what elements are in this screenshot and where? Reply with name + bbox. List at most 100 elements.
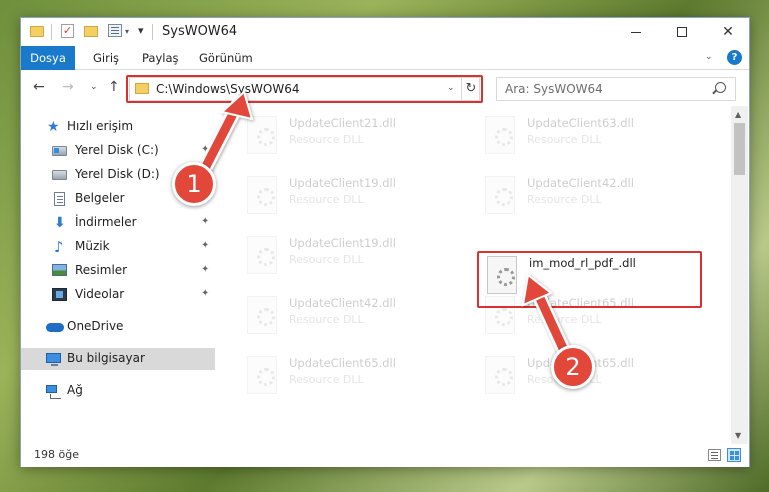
file-highlight-box	[477, 251, 702, 308]
file-item[interactable]: UpdateClient21.dll Resource DLL	[239, 112, 461, 164]
file-item[interactable]: UpdateClient42.dll Resource DLL	[477, 172, 699, 224]
sidebar-item-this-pc[interactable]: Bu bilgisayar	[21, 348, 215, 370]
file-name: UpdateClient65.dll	[289, 356, 396, 370]
file-type: Resource DLL	[289, 373, 364, 386]
address-dropdown-icon[interactable]: ⌄	[447, 83, 455, 93]
documents-icon	[54, 192, 65, 206]
file-type: Resource DLL	[289, 133, 364, 146]
customize-toolbar-dropdown-icon[interactable]: ▾	[125, 27, 129, 43]
scroll-down-icon[interactable]: ▼	[735, 431, 741, 440]
help-button[interactable]: ?	[727, 50, 742, 65]
forward-button[interactable]: →	[62, 79, 74, 95]
file-item[interactable]: UpdateClient65.dll Resource DLL	[239, 352, 461, 404]
file-type: Resource DLL	[289, 313, 364, 326]
recent-locations-icon[interactable]: ⌄	[90, 82, 98, 92]
sidebar-item-local-disk-c[interactable]: Yerel Disk (C:) ✦	[21, 140, 215, 162]
file-name: UpdateClient21.dll	[289, 116, 396, 130]
scroll-up-icon[interactable]: ▲	[735, 110, 741, 119]
details-view-icon[interactable]	[708, 449, 721, 461]
file-name: UpdateClient63.dll	[527, 116, 634, 130]
videos-icon	[52, 288, 67, 301]
toolbar-divider	[152, 24, 153, 40]
properties-check-icon[interactable]: ✓	[61, 24, 74, 38]
tab-file[interactable]: Dosya	[21, 46, 75, 70]
file-item[interactable]: UpdateClient19.dll Resource DLL	[239, 172, 461, 224]
dll-file-icon	[247, 116, 277, 154]
sidebar-item-label: Belgeler	[75, 191, 125, 205]
minimize-icon	[631, 31, 641, 33]
file-name: UpdateClient42.dll	[289, 296, 396, 310]
download-icon: ⬇	[54, 215, 66, 231]
sidebar-item-label: Müzik	[75, 239, 110, 253]
up-button[interactable]: ↑	[108, 79, 120, 95]
search-input[interactable]: Ara: SysWOW64	[496, 77, 736, 101]
star-icon: ★	[47, 119, 60, 135]
file-type: Resource DLL	[527, 313, 602, 326]
dll-file-icon	[247, 296, 277, 334]
sidebar-item-pictures[interactable]: Resimler ✦	[21, 260, 215, 282]
file-type: Resource DLL	[527, 133, 602, 146]
new-folder-icon[interactable]	[84, 26, 98, 37]
dll-file-icon	[247, 356, 277, 394]
tab-share[interactable]: Paylaş	[142, 46, 179, 70]
sidebar-item-label: Resimler	[75, 263, 128, 277]
toolbar-arrow-icon[interactable]: ▾	[138, 24, 144, 40]
maximize-icon	[677, 27, 687, 37]
dll-file-icon	[485, 176, 515, 214]
back-button[interactable]: ←	[33, 79, 45, 95]
sidebar-item-label: Yerel Disk (D:)	[75, 167, 160, 181]
refresh-button[interactable]: ↻	[461, 78, 480, 100]
computer-icon	[46, 353, 61, 366]
file-item[interactable]: UpdateClient63.dll Resource DLL	[477, 112, 699, 164]
drive-icon	[52, 170, 67, 180]
vertical-scrollbar[interactable]: ▲ ▼	[731, 106, 748, 444]
scrollbar-thumb[interactable]	[734, 123, 745, 175]
tab-view[interactable]: Görünüm	[199, 46, 253, 70]
expand-ribbon-icon[interactable]: ⌄	[705, 52, 713, 62]
maximize-button[interactable]	[659, 18, 705, 46]
sidebar-item-label: Hızlı erişim	[67, 119, 134, 133]
file-item[interactable]: UpdateClient42.dll Resource DLL	[239, 292, 461, 344]
sidebar-item-onedrive[interactable]: OneDrive	[21, 316, 215, 338]
sidebar-item-label: İndirmeler	[75, 215, 137, 229]
file-type: Resource DLL	[289, 253, 364, 266]
pin-icon: ✦	[201, 288, 210, 299]
ribbon-tabs: Dosya Giriş Paylaş Görünüm ⌄ ?	[21, 46, 749, 70]
dll-file-icon	[247, 176, 277, 214]
minimize-button[interactable]	[613, 18, 659, 46]
large-icons-view-icon[interactable]	[727, 448, 741, 462]
dll-file-icon	[247, 236, 277, 274]
pictures-icon	[52, 264, 67, 276]
cloud-icon	[46, 323, 64, 332]
sidebar-item-music[interactable]: ♪ Müzik ✦	[21, 236, 215, 258]
address-path[interactable]: C:\Windows\SysWOW64	[156, 82, 300, 96]
navigation-bar: ← → ⌄ ↑ C:\Windows\SysWOW64 ⌄ ↻ Ara: Sys…	[21, 70, 749, 106]
sidebar-item-label: OneDrive	[67, 319, 124, 333]
sidebar-item-downloads[interactable]: ⬇ İndirmeler ✦	[21, 212, 215, 234]
file-item[interactable]: UpdateClient19.dll Resource DLL	[239, 232, 461, 284]
sidebar-item-videos[interactable]: Videolar ✦	[21, 284, 215, 306]
dll-file-icon	[485, 356, 515, 394]
file-type: Resource DLL	[289, 193, 364, 206]
close-button[interactable]: ✕	[705, 18, 751, 46]
search-icon[interactable]	[715, 82, 726, 93]
file-name: UpdateClient19.dll	[289, 236, 396, 250]
sidebar-item-label: Yerel Disk (C:)	[75, 143, 159, 157]
tab-home[interactable]: Giriş	[93, 46, 119, 70]
sidebar-item-label: Videolar	[75, 287, 125, 301]
sidebar-item-quick-access[interactable]: ★ Hızlı erişim	[21, 116, 215, 138]
address-bar[interactable]: C:\Windows\SysWOW64 ⌄ ↻	[129, 77, 480, 101]
dll-file-icon	[485, 116, 515, 154]
sidebar-item-network[interactable]: Ağ	[21, 380, 215, 402]
folder-icon	[135, 83, 149, 94]
search-placeholder: Ara: SysWOW64	[505, 82, 603, 96]
sidebar-item-label: Bu bilgisayar	[67, 351, 145, 365]
file-name: UpdateClient42.dll	[527, 176, 634, 190]
folder-icon	[30, 26, 44, 37]
network-icon	[46, 385, 61, 399]
properties-icon[interactable]	[108, 24, 122, 37]
explorer-window: ✓ ▾ ▾ SysWOW64 ✕ Dosya Giriş Paylaş Görü…	[20, 17, 750, 467]
windows-drive-icon	[52, 146, 67, 156]
pin-icon: ✦	[201, 240, 210, 251]
step-marker-1: 1	[172, 162, 216, 206]
